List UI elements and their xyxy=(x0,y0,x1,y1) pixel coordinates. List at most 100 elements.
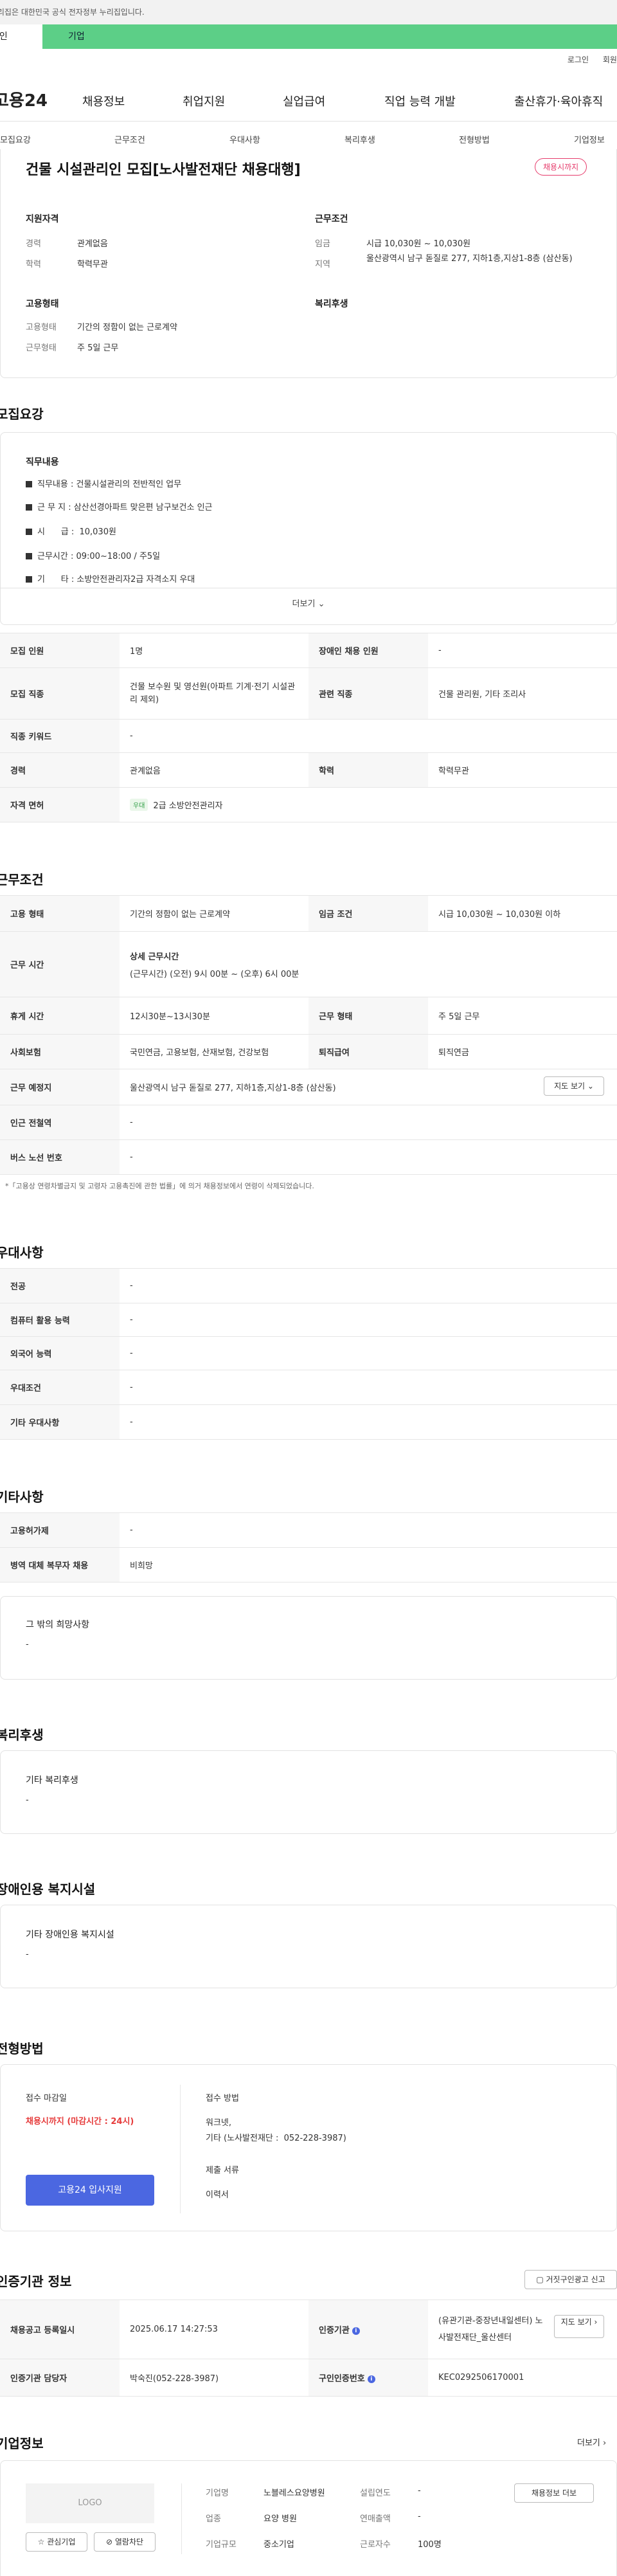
conditions-region-value: 울산광역시 남구 돋질로 277, 지하1층,지상1-8층 (삼산동) xyxy=(366,254,573,264)
language-value: - xyxy=(120,1336,617,1370)
table-row: 모집 인원 1명 장애인 채용 인원 - xyxy=(0,633,617,668)
duty-line-2: 근 무 지 : 삼산선경아파트 맞은편 남구보건소 인근 xyxy=(26,500,213,512)
block-company-button[interactable]: ⊘ 열람차단 xyxy=(94,2532,156,2552)
company-jobs-button[interactable]: 채용정보 더보 xyxy=(514,2483,594,2503)
table-row: 버스 노선 번호 - xyxy=(0,1139,617,1175)
duty-more-button[interactable]: 더보기 ⌄ xyxy=(0,597,617,609)
work-form-value: 주 5일 근무 xyxy=(428,997,617,1035)
table-row: 경력 관계없음 학력 학력무관 xyxy=(0,752,617,788)
block-icon: ⊘ xyxy=(105,2537,113,2546)
other-pref-label: 기타 우대사항 xyxy=(0,1404,120,1440)
posting-date-value: 2025.06.17 14:27:53 xyxy=(120,2299,308,2359)
other-wish-box xyxy=(0,1596,617,1680)
other-pref-value: - xyxy=(120,1404,617,1440)
anchor-welfare[interactable]: 복리후생 xyxy=(344,133,375,145)
apply-button[interactable]: 고용24 입사지원 xyxy=(26,2175,154,2206)
gnb-item-unemployment-benefit[interactable]: 실업급여 xyxy=(283,93,325,109)
info-icon[interactable]: i xyxy=(352,2327,360,2335)
career-value: 관계없음 xyxy=(120,752,308,788)
method-label: 접수 방법 xyxy=(206,2094,239,2103)
duty-heading: 직무내용 xyxy=(26,457,59,467)
anchor-selection[interactable]: 전형방법 xyxy=(459,133,490,145)
welfare-box-title: 기타 복리후생 xyxy=(26,1775,78,1786)
gnb-item-jobs[interactable]: 채용정보 xyxy=(82,93,125,109)
table-row: 자격 면허 우대 2급 소방안전관리자 xyxy=(0,787,617,822)
career-label: 경력 xyxy=(0,752,120,788)
anchor-work[interactable]: 근무조건 xyxy=(114,133,145,145)
disability-box xyxy=(0,1905,617,1988)
industry-value: 요양 병원 xyxy=(264,2514,297,2524)
info-icon[interactable]: i xyxy=(367,2375,375,2383)
method-value-1: 워크넷, xyxy=(206,2118,232,2128)
recruit-count-label: 모집 인원 xyxy=(0,633,120,668)
table-row: 고용 형태 기간의 정함이 없는 근로계약 임금 조건 시급 10,030원 ~… xyxy=(0,895,617,932)
pref-condition-label: 우대조건 xyxy=(0,1370,120,1405)
table-row: 전공 - xyxy=(0,1268,617,1303)
deadline-value: 채용시까지 (마감시간 : 24시) xyxy=(26,2117,134,2127)
report-fake-ad-button[interactable]: ▢ 거짓구인광고 신고 xyxy=(524,2270,617,2289)
table-row: 기타 우대사항 - xyxy=(0,1404,617,1440)
employment-type-label: 고용형태 xyxy=(26,323,57,332)
work-hours-value: (근무시간) (오전) 9시 00분 ~ (오후) 6시 00분 xyxy=(130,969,300,979)
method-value-2: 기타 (노사발전재단 : 052-228-3987) xyxy=(206,2134,346,2143)
social-insurance-value: 국민연금, 고용보험, 산재보험, 건강보험 xyxy=(120,1034,308,1069)
company-more-link[interactable]: 더보기 › xyxy=(577,2436,606,2448)
cert-number-value: KEC0292506170001 xyxy=(428,2359,617,2397)
anchor-company[interactable]: 기업정보 xyxy=(574,133,605,145)
company-size-value: 중소기업 xyxy=(264,2540,294,2550)
pref-section-title: 우대사항 xyxy=(0,1245,44,1260)
license-value: 2급 소방안전관리자 xyxy=(153,801,223,811)
login-link[interactable]: 로그인 xyxy=(568,55,589,64)
revenue-label: 연매출액 xyxy=(360,2514,391,2524)
tab-person[interactable]: 개인 xyxy=(0,24,42,49)
company-section-title: 기업정보 xyxy=(0,2436,44,2451)
table-row: 모집 직종 건물 보수원 및 영선원(아파트 기계·전기 시설관리 제외) 관련… xyxy=(0,667,617,720)
duty-line-4: 근무시간 : 09:00~18:00 / 주5일 xyxy=(26,549,160,561)
deadline-badge: 채용시까지 xyxy=(535,158,587,176)
table-row: 근무 예정지 울산광역시 남구 돋질로 277, 지하1층,지상1-8층 (삼산… xyxy=(0,1069,617,1105)
gnb-item-employment-support[interactable]: 취업지원 xyxy=(183,93,225,109)
language-label: 외국어 능력 xyxy=(0,1336,120,1370)
anchor-pref[interactable]: 우대사항 xyxy=(229,133,260,145)
welfare-box-value: - xyxy=(26,1795,29,1805)
page-title: 건물 시설관리인 모집[노사발전재단 채용대행] xyxy=(26,162,301,178)
favorite-company-button[interactable]: ☆ 관심기업 xyxy=(26,2532,87,2552)
chevron-right-icon: › xyxy=(594,2317,598,2327)
star-icon: ☆ xyxy=(37,2537,45,2546)
tab-company[interactable]: 기업 xyxy=(42,24,617,49)
occupation-keyword-label: 직종 키워드 xyxy=(0,719,120,753)
major-value: - xyxy=(120,1268,617,1303)
selection-section-title: 전형방법 xyxy=(0,2041,44,2056)
cert-number-label: 구인인증번호 xyxy=(319,2374,365,2384)
pref-condition-value: - xyxy=(120,1370,617,1405)
employment-type-value: 기간의 정함이 없는 근로계약 xyxy=(120,895,308,932)
cert-number-label-cell: 구인인증번호 i xyxy=(308,2359,428,2397)
recruit-table: 모집 인원 1명 장애인 채용 인원 - 모집 직종 건물 보수원 및 영선원(… xyxy=(0,633,617,822)
qualification-edu-label: 학력 xyxy=(26,260,41,269)
map-view-button[interactable]: 지도 보기 ⌄ xyxy=(544,1076,604,1096)
occupation-keyword-value: - xyxy=(120,719,617,753)
table-row: 인증기관 담당자 박숙진(052-228-3987) 구인인증번호 i KEC02… xyxy=(0,2359,617,2397)
document-icon: ▢ xyxy=(536,2275,544,2284)
cert-manager-label: 인증기관 담당자 xyxy=(0,2359,120,2397)
gnb-divider xyxy=(0,121,617,122)
anchor-recruit[interactable]: 모집요강 xyxy=(0,133,31,145)
auth-section-title: 인증기관 정보 xyxy=(0,2274,72,2289)
computer-skill-label: 컴퓨터 활용 능력 xyxy=(0,1303,120,1337)
auth-table: 채용공고 등록일시 2025.06.17 14:27:53 인증기관 i (유관기… xyxy=(0,2299,617,2397)
agency-map-button[interactable]: 지도 보기 › xyxy=(554,2315,604,2338)
military-value: 비희망 xyxy=(120,1547,617,1583)
founded-label: 설립연도 xyxy=(360,2489,391,2498)
preferred-chip: 우대 xyxy=(130,799,148,811)
other-wish-value: - xyxy=(26,1640,29,1649)
signup-link[interactable]: 회원가입 xyxy=(603,55,617,64)
site-logo[interactable]: 고용24 xyxy=(0,87,48,111)
education-label: 학력 xyxy=(308,752,428,788)
related-occupation-label: 관련 직종 xyxy=(308,667,428,720)
etc-section-title: 기타사항 xyxy=(0,1489,44,1505)
gnb-item-vocational-training[interactable]: 직업 능력 개발 xyxy=(384,93,456,109)
gnb-item-maternity-leave[interactable]: 출산휴가·육아휴직 xyxy=(514,93,603,109)
military-label: 병역 대체 복무자 채용 xyxy=(0,1547,120,1583)
table-row: 휴게 시간 12시30분~13시30분 근무 형태 주 5일 근무 xyxy=(0,997,617,1035)
subway-value: - xyxy=(120,1105,617,1140)
